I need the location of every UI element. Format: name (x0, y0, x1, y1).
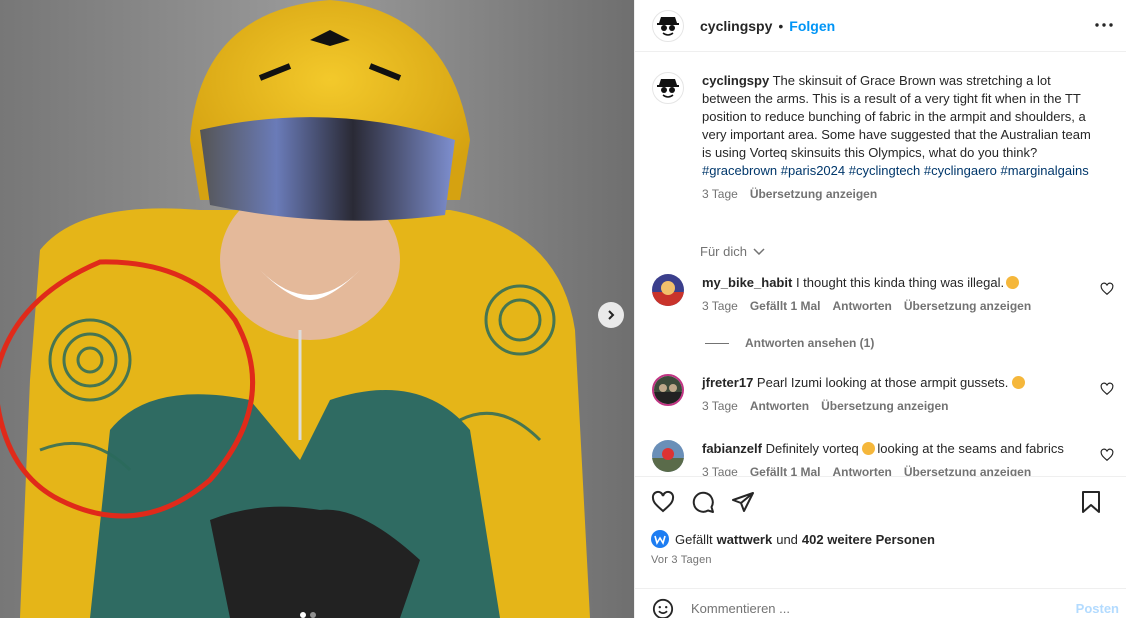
translate-link[interactable]: Übersetzung anzeigen (904, 299, 1031, 313)
comments-scroll-area[interactable]: cyclingspy The skinsuit of Grace Brown w… (635, 52, 1126, 476)
avatar[interactable] (652, 274, 684, 306)
comment-item: my_bike_habit I thought this kinda thing… (652, 274, 1122, 313)
likes-prefix: Gefällt (675, 531, 713, 547)
chevron-down-icon (753, 247, 765, 255)
bookmark-icon (1082, 491, 1100, 513)
hashtag[interactable]: #cyclingaero (924, 163, 997, 178)
hashtag[interactable]: #paris2024 (781, 163, 845, 178)
replies-divider (705, 342, 729, 344)
spy-avatar-icon (657, 79, 679, 98)
sort-comments-dropdown[interactable]: Für dich (700, 244, 765, 259)
caption-meta: 3 Tage Übersetzung anzeigen (702, 187, 1102, 201)
likes-user[interactable]: wattwerk (717, 532, 773, 547)
post-header: cyclingspy • Folgen (635, 0, 1126, 52)
view-replies-label: Antworten ansehen (1) (745, 336, 875, 350)
add-comment-bar: Posten (635, 588, 1126, 618)
comment-username[interactable]: jfreter17 (702, 375, 753, 390)
heart-icon[interactable] (1100, 282, 1114, 296)
avatar[interactable] (652, 72, 684, 104)
comment-meta: 3 Tage Gefällt 1 Mal Antworten Übersetzu… (702, 299, 1092, 313)
avatar[interactable] (652, 9, 684, 42)
comment-bubble-icon (692, 491, 714, 513)
paper-plane-icon (732, 491, 754, 512)
header-username[interactable]: cyclingspy (700, 18, 772, 34)
avatar[interactable] (652, 374, 684, 406)
reply-button[interactable]: Antworten (833, 465, 892, 476)
save-button[interactable] (1079, 490, 1103, 514)
comment-text: fabianzelf Definitely vorteq looking at … (702, 440, 1092, 458)
emoji-button[interactable] (651, 597, 675, 618)
spy-avatar-icon (657, 16, 679, 36)
comment-item: fabianzelf Definitely vorteq looking at … (652, 440, 1122, 476)
comment-body: Definitely vorteq (761, 441, 863, 456)
heart-icon (651, 490, 675, 512)
post-actions (635, 476, 1126, 526)
post-timestamp[interactable]: Vor 3 Tagen (651, 554, 712, 566)
chevron-right-icon (608, 310, 615, 320)
carousel-indicator (300, 612, 316, 618)
hashtag[interactable]: #cyclingtech (849, 163, 921, 178)
next-image-button[interactable] (598, 302, 624, 328)
avatar[interactable] (652, 440, 684, 472)
comment-meta: 3 Tage Gefällt 1 Mal Antworten Übersetzu… (702, 465, 1092, 476)
post-caption: cyclingspy The skinsuit of Grace Brown w… (652, 72, 1112, 201)
translate-link[interactable]: Übersetzung anzeigen (904, 465, 1031, 476)
comment-time[interactable]: 3 Tage (702, 465, 738, 476)
comment-text: jfreter17 Pearl Izumi looking at those a… (702, 374, 1092, 392)
carousel-dot-active (300, 612, 306, 618)
follow-button[interactable]: Folgen (789, 18, 835, 34)
comment-body: Pearl Izumi looking at those armpit guss… (753, 375, 1012, 390)
comment-time[interactable]: 3 Tage (702, 299, 738, 313)
cyclist-photo (0, 0, 634, 618)
comment-username[interactable]: fabianzelf (702, 441, 762, 456)
reply-button[interactable]: Antworten (833, 299, 892, 313)
view-replies-button[interactable]: Antworten ansehen (1) (705, 336, 874, 350)
wattwerk-logo-icon (654, 535, 666, 545)
bike-avatar-icon (652, 274, 684, 306)
comment-text: my_bike_habit I thought this kinda thing… (702, 274, 1092, 292)
comment-likes[interactable]: Gefällt 1 Mal (750, 465, 821, 476)
smiley-icon (652, 598, 674, 618)
likes-middle: und (776, 531, 798, 547)
post-image (0, 0, 634, 618)
heart-icon[interactable] (1100, 448, 1114, 462)
comment-time[interactable]: 3 Tage (702, 399, 738, 413)
caption-text: cyclingspy The skinsuit of Grace Brown w… (702, 72, 1102, 180)
avatar[interactable] (651, 530, 669, 548)
caption-time[interactable]: 3 Tage (702, 187, 738, 201)
comment-username[interactable]: my_bike_habit (702, 275, 792, 290)
hashtag[interactable]: #gracebrown (702, 163, 777, 178)
likes-others[interactable]: 402 weitere Personen (802, 532, 935, 547)
comment-input[interactable] (691, 601, 1051, 616)
flushed-emoji-icon (1012, 376, 1025, 389)
reply-button[interactable]: Antworten (750, 399, 809, 413)
clapping-emoji-icon (862, 442, 876, 455)
cyclist-avatar-icon (652, 440, 684, 472)
translate-link[interactable]: Übersetzung anzeigen (821, 399, 948, 413)
translate-link[interactable]: Übersetzung anzeigen (750, 187, 877, 201)
comment-button[interactable] (691, 490, 715, 514)
comment-item: jfreter17 Pearl Izumi looking at those a… (652, 374, 1122, 413)
separator-dot: • (778, 17, 784, 34)
carousel-dot (310, 612, 316, 618)
caption-username[interactable]: cyclingspy (702, 73, 769, 88)
post-comment-button[interactable]: Posten (1076, 601, 1119, 616)
like-button[interactable] (651, 490, 675, 514)
comment-body: I thought this kinda thing was illegal. (792, 275, 1005, 290)
post-detail-panel: cyclingspy • Folgen cyclingspy The skins… (634, 0, 1126, 618)
flushed-emoji-icon (1006, 276, 1020, 289)
share-button[interactable] (731, 490, 755, 514)
hashtag[interactable]: #marginalgains (1001, 163, 1089, 178)
group-avatar-icon (654, 376, 682, 404)
likes-summary: Gefällt wattwerk und 402 weitere Persone… (651, 530, 939, 548)
comment-body-cont: looking at the seams and fabrics (877, 441, 1064, 456)
comment-likes[interactable]: Gefällt 1 Mal (750, 299, 821, 313)
more-horizontal-icon (1095, 23, 1113, 27)
comment-meta: 3 Tage Antworten Übersetzung anzeigen (702, 399, 1092, 413)
sort-label: Für dich (700, 244, 747, 259)
more-options-button[interactable] (1093, 14, 1115, 36)
heart-icon[interactable] (1100, 382, 1114, 396)
